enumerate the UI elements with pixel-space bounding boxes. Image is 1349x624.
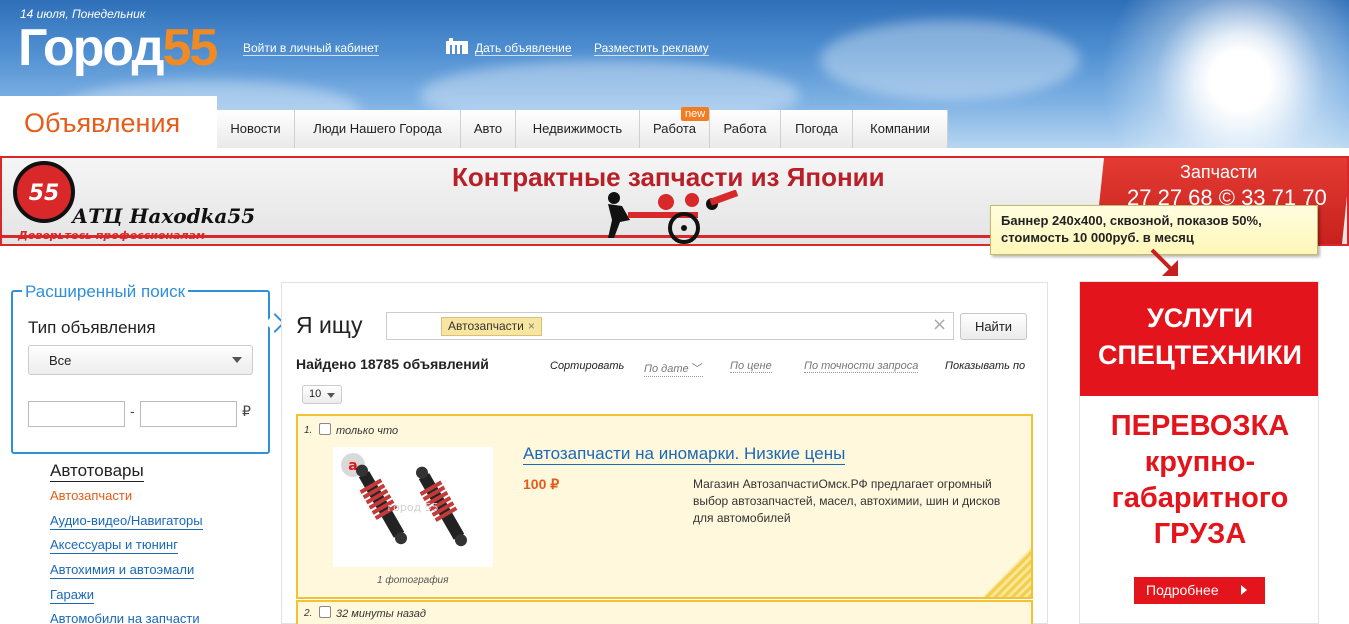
category-link-audio-video[interactable]: Аудио-видео/Навигаторы — [50, 513, 203, 530]
sort-label: Сортировать — [550, 360, 625, 372]
advanced-search-title: Расширенный поиск — [22, 282, 189, 302]
ad-type-select[interactable]: Все — [28, 345, 253, 375]
price-from-input[interactable] — [28, 401, 125, 427]
category-link-cars-for-parts[interactable]: Автомобили на запчасти — [50, 611, 200, 624]
banner-brand: АТЦ Нaxodka55 — [72, 204, 256, 228]
ad-heading-line-1: УСЛУГИ — [1146, 303, 1254, 333]
banner-logo-icon: 55 — [13, 161, 75, 223]
tab-jobs[interactable]: Работа — [710, 110, 781, 148]
ad-body-line-4: ГРУЗА — [1153, 518, 1247, 550]
ad-body-line-1: ПЕРЕВОЗКА — [1110, 410, 1290, 442]
ad-body: ПЕРЕВОЗКА крупно- габаритного ГРУЗА — [1080, 408, 1318, 552]
advertise-link[interactable]: Разместить рекламу — [594, 41, 709, 56]
sun — [1090, 0, 1349, 148]
category-link-chemicals[interactable]: Автохимия и автоэмали — [50, 562, 195, 579]
banner-title: Контрактные запчасти из Японии — [452, 162, 885, 192]
mechanic-cart-icon — [608, 190, 739, 244]
chevron-down-icon — [232, 357, 242, 363]
price-to-input[interactable] — [140, 401, 237, 427]
tooltip-line-1: Баннер 240х400, сквозной, показов 50%, — [1001, 213, 1262, 228]
category-link-auto-parts[interactable]: Автозапчасти — [50, 488, 132, 504]
clear-search-icon[interactable]: × — [932, 315, 947, 335]
tab-people[interactable]: Люди Нашего Города — [295, 110, 461, 148]
search-tag-label: Автозапчасти — [448, 319, 524, 333]
new-badge: new — [681, 107, 710, 121]
listing-price: 100 ₽ — [523, 476, 560, 492]
listing-title-link[interactable]: Автозапчасти на иномарки. Низкие цены — [523, 444, 846, 465]
chevron-down-icon — [327, 393, 335, 398]
currency-icon: ₽ — [242, 404, 251, 420]
photo-watermark: город 55 — [387, 501, 438, 514]
banner-red-line — [2, 235, 1102, 238]
logo-number: 55 — [162, 19, 219, 77]
listing-time: 32 минуты назад — [336, 608, 426, 620]
tab-auto[interactable]: Авто — [461, 110, 516, 148]
ad-type-value: Все — [49, 353, 72, 368]
listing-time: только что — [336, 425, 399, 437]
price-dash: - — [130, 405, 135, 420]
banner-logo-text: 55 — [29, 181, 60, 206]
ad-body-line-3: габаритного — [1111, 482, 1289, 514]
find-button[interactable]: Найти — [960, 313, 1027, 340]
ad-body-line-2: крупно- — [1144, 446, 1256, 478]
sort-by-price[interactable]: По цене — [730, 360, 772, 373]
tab-companies[interactable]: Компании — [853, 110, 948, 148]
cloud — [820, 20, 1080, 100]
photo-count[interactable]: 1 фотография — [377, 575, 448, 586]
ad-heading: УСЛУГИ СПЕЦТЕХНИКИ — [1080, 300, 1318, 374]
ad-heading-line-2: СПЕЦТЕХНИКИ — [1098, 340, 1302, 370]
tooltip-arrow-icon — [1150, 248, 1178, 276]
tab-news[interactable]: Новости — [217, 110, 295, 148]
tab-weather[interactable]: Погода — [781, 110, 853, 148]
listing-number: 2. — [304, 608, 313, 619]
site-logo[interactable]: Город55 — [18, 18, 219, 78]
side-ad[interactable]: УСЛУГИ СПЕЦТЕХНИКИ ПЕРЕВОЗКА крупно- габ… — [1079, 281, 1319, 624]
results-count: Найдено 18785 объявлений — [296, 356, 489, 372]
sort-by-date[interactable]: По дате ﹀ — [644, 360, 703, 377]
listing-checkbox[interactable] — [319, 423, 331, 435]
per-page-value: 10 — [309, 388, 322, 400]
chevron-down-icon: ﹀ — [691, 363, 703, 375]
post-ad-link[interactable]: Дать объявление — [475, 41, 572, 56]
tab-realty[interactable]: Недвижимость — [516, 110, 640, 148]
ad-more-label: Подробнее — [1146, 582, 1219, 598]
login-link[interactable]: Войти в личный кабинет — [243, 41, 380, 56]
search-label: Я ищу — [296, 312, 363, 338]
shock-absorbers-image: a город 55 — [333, 447, 493, 567]
banner-phone-title: Запчасти — [1180, 162, 1258, 182]
logo-word: Город — [18, 19, 165, 77]
category-link-accessories[interactable]: Аксессуары и тюнинг — [50, 537, 178, 554]
tooltip-line-2: стоимость 10 000руб. в месяц — [1001, 230, 1194, 245]
sort-by-relevance[interactable]: По точности запроса — [804, 360, 919, 373]
remove-tag-icon[interactable]: × — [528, 319, 535, 333]
section-title[interactable]: Объявления — [0, 96, 217, 148]
search-tag[interactable]: Автозапчасти × — [441, 317, 542, 336]
per-page-select[interactable]: 10 — [302, 385, 342, 404]
post-ad-icon — [446, 38, 468, 54]
sort-by-date-label: По дате — [644, 363, 689, 375]
listing-number: 1. — [304, 425, 313, 436]
play-arrow-icon — [1241, 585, 1247, 595]
category-link-garages[interactable]: Гаражи — [50, 587, 94, 604]
ad-more-button[interactable]: Подробнее — [1134, 577, 1265, 604]
listing-description: Магазин АвтозапчастиОмск.РФ предлагает о… — [693, 477, 1001, 525]
ad-type-label: Тип объявления — [28, 318, 156, 337]
per-page-label: Показывать по — [945, 360, 1026, 372]
listing-photo[interactable]: a город 55 — [333, 447, 493, 567]
category-title[interactable]: Автотовары — [50, 461, 144, 482]
listing-checkbox[interactable] — [319, 606, 331, 618]
